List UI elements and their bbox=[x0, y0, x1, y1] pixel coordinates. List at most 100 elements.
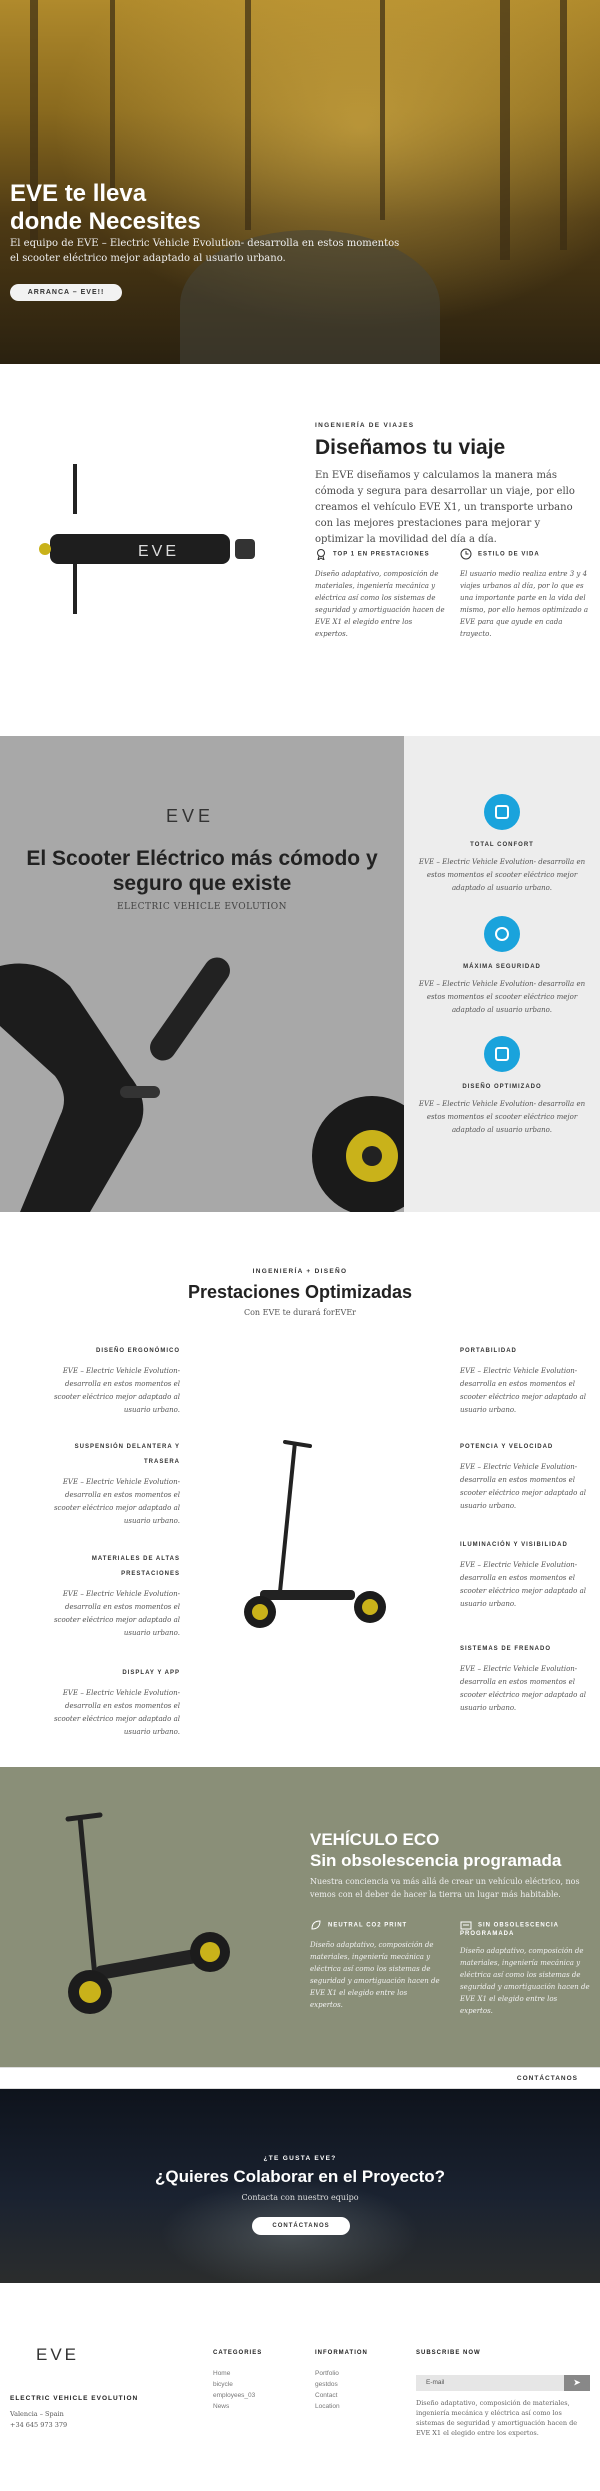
feature-title: TOP 1 EN PRESTACIONES bbox=[333, 551, 430, 558]
design-feature: TOP 1 EN PRESTACIONES Diseño adaptativo,… bbox=[315, 548, 445, 640]
leaf-icon bbox=[311, 1920, 321, 1930]
perf-item-desc: EVE – Electric Vehicle Evolution- desarr… bbox=[53, 1478, 180, 1525]
footer-link[interactable]: News bbox=[213, 2401, 262, 2412]
eco-title: VEHÍCULO ECO Sin obsolescencia programada bbox=[310, 1830, 562, 1870]
perf-item-desc: EVE – Electric Vehicle Evolution- desarr… bbox=[460, 1463, 587, 1510]
hero-cta-button[interactable]: ARRANCA – EVE!! bbox=[10, 284, 122, 301]
subscribe-desc: Diseño adaptativo, composición de materi… bbox=[416, 2399, 578, 2437]
perf-item-desc: EVE – Electric Vehicle Evolution- desarr… bbox=[53, 1367, 180, 1414]
footer-link[interactable]: gestdos bbox=[315, 2379, 368, 2390]
svg-text:EVE: EVE bbox=[138, 543, 179, 560]
contact-bar: CONTÁCTANOS bbox=[0, 2067, 600, 2089]
tree-trunk bbox=[380, 0, 385, 220]
feature-desc: EVE – Electric Vehicle Evolution- desarr… bbox=[418, 1100, 586, 1134]
footer-logo: EVE bbox=[36, 2345, 80, 2364]
comfort-section: EVE El Scooter Eléctrico más cómodo y se… bbox=[0, 736, 600, 1212]
footer-link[interactable]: employees_03 bbox=[213, 2390, 262, 2401]
footer-link[interactable]: Portfolio bbox=[315, 2368, 368, 2379]
perf-item-right: PORTABILIDAD EVE – Electric Vehicle Evolu… bbox=[460, 1344, 600, 1417]
perf-item-title: ILUMINACIÓN Y VISIBILIDAD bbox=[460, 1542, 568, 1548]
award-icon bbox=[317, 549, 325, 560]
perf-item-title: SISTEMAS DE FRENADO bbox=[460, 1646, 552, 1652]
feature-title: DISEÑO OPTIMIZADO bbox=[462, 1084, 542, 1090]
footer-link[interactable]: Contact bbox=[315, 2390, 368, 2401]
collaborate-section: ¿TE GUSTA EVE? ¿Quieres Colaborar en el … bbox=[0, 2089, 600, 2283]
perf-item-left: DISEÑO ERGONÓMICO EVE – Electric Vehicle … bbox=[40, 1344, 180, 1417]
design-lead: En EVE diseñamos y calculamos la manera … bbox=[315, 470, 575, 545]
footer: EVE ELECTRIC VEHICLE EVOLUTION Valencia … bbox=[0, 2283, 600, 2491]
feature-title: MÁXIMA SEGURIDAD bbox=[463, 964, 541, 970]
feature-desc: El usuario medio realiza entre 3 y 4 via… bbox=[460, 570, 588, 638]
comfort-tagline: ELECTRIC VEHICLE EVOLUTION bbox=[116, 902, 288, 912]
feature-title: TOTAL CONFORT bbox=[470, 842, 534, 848]
comfort-feature: MÁXIMA SEGURIDAD EVE – Electric Vehicle … bbox=[404, 916, 600, 1017]
footer-link[interactable]: Home bbox=[213, 2368, 262, 2379]
tree-trunk bbox=[560, 0, 567, 250]
perf-title: Prestaciones Optimizadas bbox=[187, 1282, 413, 1302]
perf-item-right: ILUMINACIÓN Y VISIBILIDAD EVE – Electric … bbox=[460, 1538, 600, 1611]
perf-kicker: INGENIERÍA + DISEÑO bbox=[252, 1268, 348, 1275]
collab-subtitle: Contacta con nuestro equipo bbox=[241, 2193, 359, 2202]
recycle-icon bbox=[460, 1921, 472, 1930]
subscribe-button[interactable]: ➤ bbox=[564, 2375, 590, 2391]
performance-section: INGENIERÍA + DISEÑO Prestaciones Optimiz… bbox=[0, 1212, 600, 1767]
perf-item-title: DISEÑO ERGONÓMICO bbox=[95, 1348, 180, 1354]
scooter-side-view bbox=[244, 1440, 386, 1628]
perf-item-desc: EVE – Electric Vehicle Evolution- desarr… bbox=[460, 1367, 587, 1414]
eve-logo: EVE bbox=[166, 806, 215, 826]
hero-title: EVE te lleva donde Necesites bbox=[10, 180, 201, 235]
footer-link[interactable]: Location bbox=[315, 2401, 368, 2412]
scooter-top-view: EVE bbox=[39, 464, 255, 614]
perf-item-desc: EVE – Electric Vehicle Evolution- desarr… bbox=[53, 1689, 180, 1736]
feature-desc: Diseño adaptativo, composición de materi… bbox=[315, 570, 445, 638]
footer-address: Valencia – Spain +34 645 973 379 bbox=[10, 2410, 68, 2429]
footer-categories: CATEGORIES Home bicycle employees_03 New… bbox=[213, 2350, 262, 2412]
eco-lead: Nuestra conciencia va más allá de crear … bbox=[310, 1877, 580, 1899]
collab-contact-button[interactable]: CONTÁCTANOS bbox=[252, 2217, 350, 2235]
tree-trunk bbox=[500, 0, 510, 260]
hero-subtitle: El equipo de EVE – Electric Vehicle Evol… bbox=[10, 238, 400, 264]
eco-section: VEHÍCULO ECO Sin obsolescencia programada… bbox=[0, 1767, 600, 2067]
feature-desc: EVE – Electric Vehicle Evolution- desarr… bbox=[418, 980, 586, 1014]
tablet-icon bbox=[484, 794, 520, 830]
collab-kicker: ¿TE GUSTA EVE? bbox=[263, 2155, 337, 2162]
footer-link[interactable]: bicycle bbox=[213, 2379, 262, 2390]
footer-subscribe: SUBSCRIBE NOW bbox=[416, 2350, 481, 2368]
contact-link[interactable]: CONTÁCTANOS bbox=[517, 2075, 578, 2082]
comfort-hero-panel: EVE El Scooter Eléctrico más cómodo y se… bbox=[0, 736, 404, 1212]
design-kicker: INGENIERÍA DE VIAJES bbox=[315, 422, 415, 429]
perf-item-left: DISPLAY Y APP EVE – Electric Vehicle Evol… bbox=[40, 1666, 180, 1739]
tree-trunk bbox=[110, 0, 115, 200]
footer-heading: SUBSCRIBE NOW bbox=[416, 2350, 481, 2356]
email-field[interactable]: E-mail ➤ bbox=[416, 2375, 590, 2391]
feature-title: NEUTRAL CO2 PRINT bbox=[328, 1922, 408, 1929]
eco-feature: SIN OBSOLESCENCIA PROGRAMADA Diseño adap… bbox=[460, 1919, 590, 2017]
perf-item-left: SUSPENSIÓN DELANTERA Y TRASERA EVE – Elec… bbox=[40, 1440, 180, 1528]
camera-icon bbox=[484, 916, 520, 952]
design-section: EVE INGENIERÍA DE VIAJES Diseñamos tu vi… bbox=[0, 364, 600, 736]
perf-item-right: SISTEMAS DE FRENADO EVE – Electric Vehicl… bbox=[460, 1642, 600, 1715]
feature-title: SIN OBSOLESCENCIA PROGRAMADA bbox=[460, 1922, 559, 1937]
perf-item-title: SUSPENSIÓN DELANTERA Y TRASERA bbox=[74, 1444, 180, 1465]
perf-item-desc: EVE – Electric Vehicle Evolution- desarr… bbox=[460, 1561, 587, 1608]
comfort-title: El Scooter Eléctrico más cómodo y seguro… bbox=[26, 847, 378, 895]
tree-trunk bbox=[245, 0, 251, 230]
comfort-feature: TOTAL CONFORT EVE – Electric Vehicle Evo… bbox=[404, 794, 600, 895]
perf-item-right: POTENCIA Y VELOCIDAD EVE – Electric Vehic… bbox=[460, 1440, 600, 1513]
feature-desc: EVE – Electric Vehicle Evolution- desarr… bbox=[418, 858, 586, 892]
comfort-feature: DISEÑO OPTIMIZADO EVE – Electric Vehicle… bbox=[404, 1036, 600, 1137]
perf-item-title: PORTABILIDAD bbox=[460, 1348, 517, 1354]
eco-feature: NEUTRAL CO2 PRINT Diseño adaptativo, com… bbox=[310, 1919, 440, 2011]
feature-title: ESTILO DE VIDA bbox=[478, 551, 540, 558]
perf-item-left: MATERIALES DE ALTAS PRESTACIONES EVE – El… bbox=[40, 1552, 180, 1640]
perf-item-desc: EVE – Electric Vehicle Evolution- desarr… bbox=[53, 1590, 180, 1637]
footer-brand: ELECTRIC VEHICLE EVOLUTION bbox=[10, 2395, 139, 2402]
footer-heading: INFORMATION bbox=[315, 2350, 368, 2356]
collab-title: ¿Quieres Colaborar en el Proyecto? bbox=[154, 2167, 446, 2186]
design-feature: ESTILO DE VIDA El usuario medio realiza … bbox=[460, 548, 590, 640]
scooter-handlebar-closeup bbox=[0, 957, 404, 1212]
perf-item-title: DISPLAY Y APP bbox=[122, 1670, 180, 1676]
design-title: Diseñamos tu viaje bbox=[315, 436, 506, 459]
footer-information: INFORMATION Portfolio gestdos Contact Lo… bbox=[315, 2350, 368, 2412]
perf-item-title: POTENCIA Y VELOCIDAD bbox=[460, 1444, 554, 1450]
